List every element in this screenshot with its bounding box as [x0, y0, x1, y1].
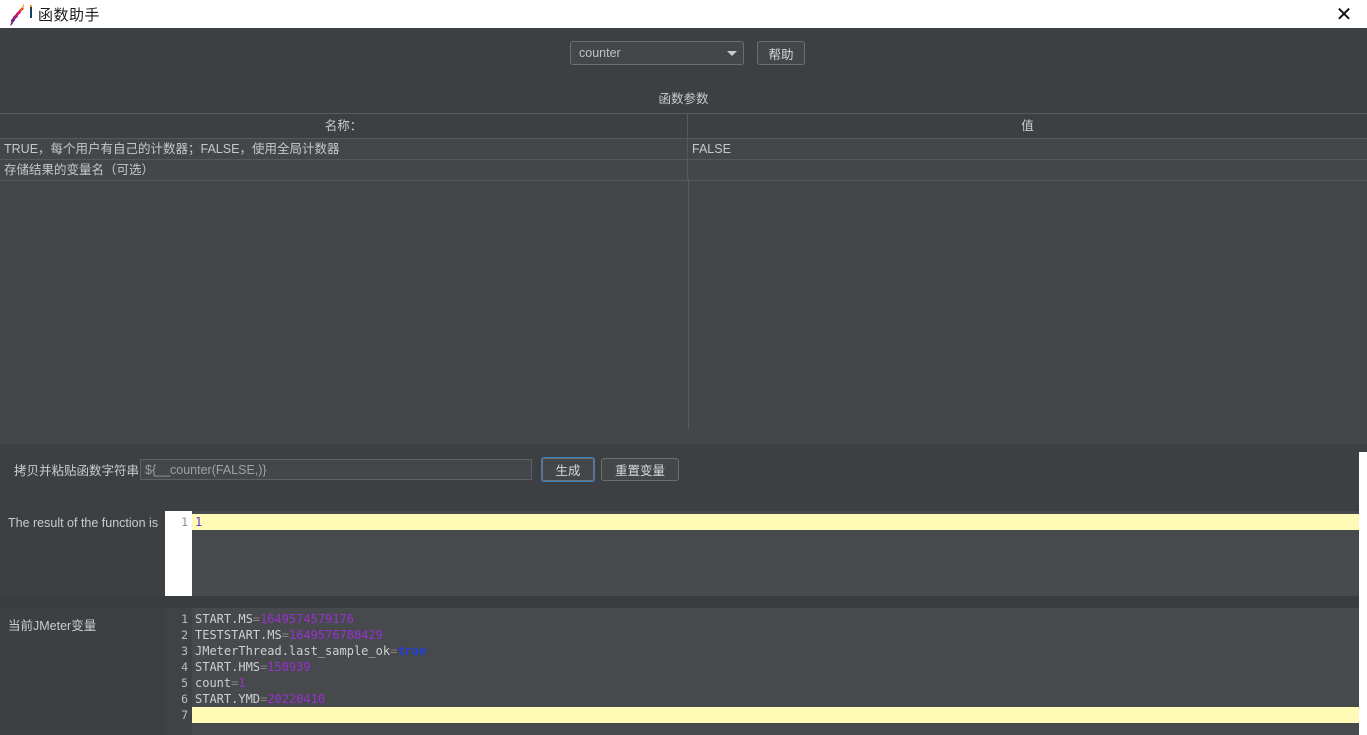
chevron-down-icon [721, 50, 743, 56]
param-name-cell: 存储结果的变量名（可选） [0, 160, 688, 180]
variable-line: START.HMS=150939 [192, 659, 1367, 675]
line-number: 6 [181, 692, 188, 706]
table-header-row: 名称： 值 [0, 114, 1367, 139]
variable-value: true [397, 644, 427, 658]
line-number: 4 [181, 660, 188, 674]
variable-value: 150939 [267, 660, 311, 674]
variable-name: START.YMD [195, 692, 261, 706]
parameters-section-title: 函数参数 [658, 92, 709, 106]
function-result-editor[interactable]: 1 1 [165, 511, 1367, 596]
jmeter-variables-label: 当前JMeter变量 [8, 619, 97, 633]
variable-line: START.YMD=20220410 [192, 691, 1367, 707]
table-empty-area [0, 178, 1367, 444]
variable-name: JMeterThread.last_sample_ok [195, 644, 391, 658]
jmeter-feather-icon [4, 1, 34, 27]
column-header-value[interactable]: 值 [688, 114, 1367, 138]
reset-variables-button[interactable]: 重置变量 [601, 458, 679, 481]
result-line-gutter: 1 [165, 511, 192, 596]
param-value-cell[interactable] [688, 160, 1367, 180]
close-icon[interactable]: ✕ [1321, 0, 1367, 28]
variable-line [192, 707, 1367, 723]
variable-line: TESTSTART.MS=1649576788429 [192, 627, 1367, 643]
variable-name: count [195, 676, 232, 690]
line-number: 2 [181, 628, 188, 642]
result-code-area[interactable]: 1 [192, 511, 1367, 596]
toolbar: counter 帮助 [0, 28, 1367, 68]
param-value-cell[interactable]: FALSE [688, 139, 1367, 159]
variable-value: 1 [238, 676, 246, 690]
function-string-input[interactable] [140, 459, 532, 480]
line-number: 5 [181, 676, 188, 690]
window-title: 函数助手 [38, 6, 101, 24]
function-string-row: 拷贝并粘贴函数字符串 生成 重置变量 [0, 443, 1367, 495]
title-bar: 函数助手 ✕ [0, 0, 1367, 28]
function-string-label: 拷贝并粘贴函数字符串 [14, 464, 140, 478]
table-column-divider [688, 178, 689, 429]
function-result-row: The result of the function is 1 1 [0, 511, 1367, 596]
variable-name: START.MS [195, 612, 253, 626]
result-value: 1 [195, 515, 203, 529]
code-line: 1 [192, 514, 1367, 530]
variable-equals: = [281, 628, 289, 642]
variable-value: 1649574579176 [260, 612, 354, 626]
variable-equals: = [252, 612, 261, 626]
param-name-cell: TRUE，每个用户有自己的计数器；FALSE，使用全局计数器 [0, 139, 688, 159]
line-number: 7 [181, 708, 188, 722]
function-helper-window: counter 帮助 函数参数 名称： 值 TRUE，每个用户有自己的计数器；F… [0, 28, 1367, 735]
jmeter-variables-row: 当前JMeter变量 1 2 3 4 5 6 7 START.MS=164957… [0, 596, 1367, 735]
line-number: 1 [181, 612, 188, 626]
function-select[interactable]: counter [570, 41, 744, 65]
variable-name: TESTSTART.MS [195, 628, 282, 642]
function-parameters-table: 名称： 值 TRUE，每个用户有自己的计数器；FALSE，使用全局计数器 FAL… [0, 113, 1367, 444]
column-header-name[interactable]: 名称： [0, 114, 688, 138]
variable-line: JMeterThread.last_sample_ok=true [192, 643, 1367, 659]
line-number: 3 [181, 644, 188, 658]
variables-line-gutter: 1 2 3 4 5 6 7 [165, 608, 192, 735]
variable-line: count=1 [192, 675, 1367, 691]
jmeter-variables-editor[interactable]: 1 2 3 4 5 6 7 START.MS=1649574579176 TES… [165, 608, 1367, 735]
window-right-edge [1359, 452, 1367, 735]
variable-name: START.HMS [195, 660, 261, 674]
variables-code-area[interactable]: START.MS=1649574579176 TESTSTART.MS=1649… [192, 608, 1367, 735]
function-select-value: counter [579, 46, 621, 60]
generate-button[interactable]: 生成 [541, 457, 595, 482]
line-number: 1 [181, 515, 188, 529]
variables-top-strip [0, 596, 1367, 608]
variable-value: 1649576788429 [288, 628, 383, 642]
function-result-label: The result of the function is [8, 516, 159, 530]
variable-line: START.MS=1649574579176 [192, 611, 1367, 627]
help-button[interactable]: 帮助 [757, 41, 805, 65]
table-row[interactable]: TRUE，每个用户有自己的计数器；FALSE，使用全局计数器 FALSE [0, 139, 1367, 160]
variable-value: 20220410 [267, 692, 326, 706]
